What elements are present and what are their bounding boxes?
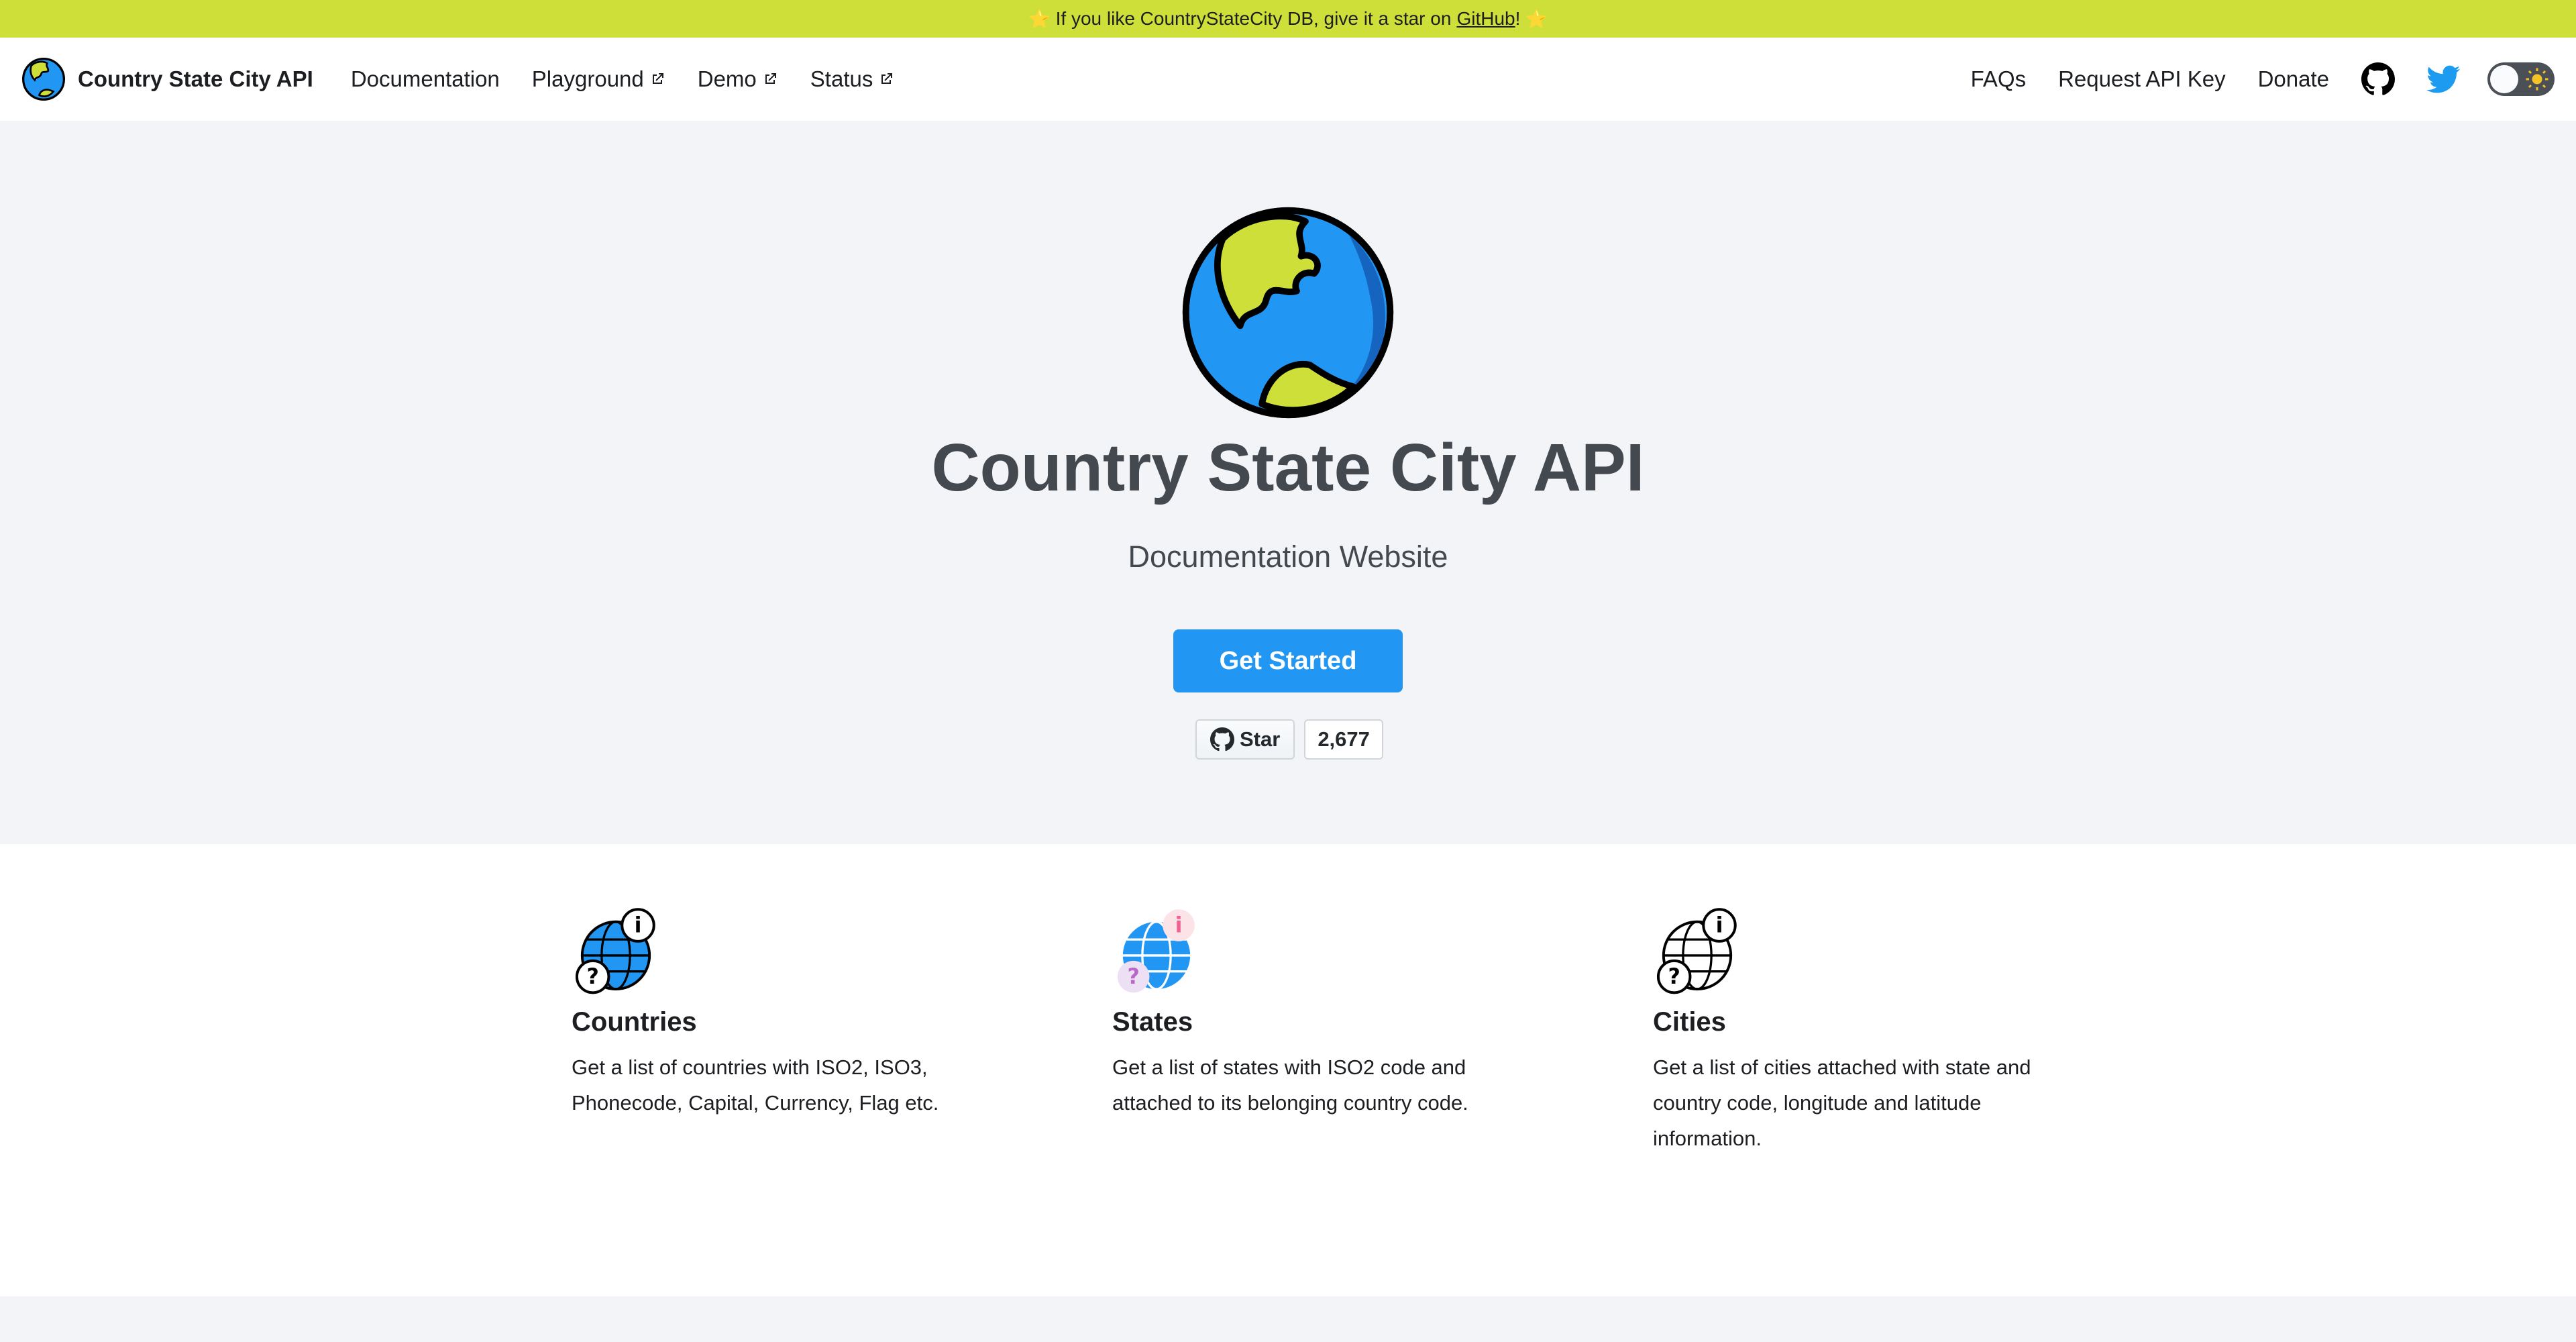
github-icon xyxy=(1210,727,1234,752)
states-globe-info-icon: i ? xyxy=(1117,909,1195,993)
feature-description: Get a list of states with ISO2 code and … xyxy=(1112,1055,1468,1115)
nav-playground[interactable]: Playground xyxy=(532,66,665,92)
svg-text:i: i xyxy=(1716,914,1723,938)
theme-toggle[interactable] xyxy=(2487,62,2555,96)
external-link-icon xyxy=(652,73,663,84)
announcement-suffix: ! xyxy=(1515,8,1521,29)
feature-countries: i ? Countries Get a list of countries wi… xyxy=(572,906,1001,1121)
nav-left: Documentation Playground Demo Status xyxy=(351,66,895,92)
nav-demo[interactable]: Demo xyxy=(698,66,778,92)
countries-globe-info-icon: i ? xyxy=(575,908,655,994)
nav-label: Status xyxy=(810,66,873,91)
toggle-knob xyxy=(2490,65,2518,93)
svg-text:i: i xyxy=(1175,914,1183,938)
star-label: Star xyxy=(1240,727,1281,751)
announcement-bar: ⭐ If you like CountryStateCity DB, give … xyxy=(0,0,2576,38)
github-star-widget: Star 2,677 xyxy=(1195,719,1383,760)
feature-description: Get a list of cities attached with state… xyxy=(1653,1055,2031,1150)
nav-label: Documentation xyxy=(350,66,500,91)
github-star-count[interactable]: 2,677 xyxy=(1304,719,1383,760)
svg-text:?: ? xyxy=(586,965,598,989)
nav-request-api-key[interactable]: Request API Key xyxy=(2058,66,2225,92)
get-started-button[interactable]: Get Started xyxy=(1173,629,1403,692)
github-star-button[interactable]: Star xyxy=(1195,719,1295,760)
nav-label: Demo xyxy=(697,66,757,91)
feature-title: Countries xyxy=(572,1007,697,1037)
globe-logo-icon xyxy=(21,57,66,101)
brand-title: Country State City API xyxy=(78,66,313,91)
footer-strip xyxy=(0,1296,2576,1342)
navbar: Country State City API Documentation Pla… xyxy=(0,38,2576,121)
cities-globe-info-icon: i ? xyxy=(1656,908,1737,994)
announcement-text: If you like CountryStateCity DB, give it… xyxy=(1055,8,1452,29)
feature-title: States xyxy=(1112,1007,1193,1037)
svg-text:i: i xyxy=(635,914,642,938)
feature-cities: i ? Cities Get a list of cities attached… xyxy=(1653,906,2082,1156)
hero-globe-icon xyxy=(1182,207,1394,419)
twitter-icon[interactable] xyxy=(2427,62,2461,96)
sun-icon xyxy=(2526,68,2548,91)
announcement-github-link[interactable]: GitHub xyxy=(1456,8,1515,30)
nav-right: FAQs Request API Key Donate xyxy=(1971,62,2555,96)
star-emoji-icon: ⭐ xyxy=(1525,8,1548,29)
star-emoji-icon: ⭐ xyxy=(1028,8,1051,29)
nav-donate[interactable]: Donate xyxy=(2258,66,2329,92)
feature-title: Cities xyxy=(1653,1007,1726,1037)
external-link-icon xyxy=(881,73,893,84)
feature-description: Get a list of countries with ISO2, ISO3,… xyxy=(572,1055,939,1115)
features-section: i ? Countries Get a list of countries wi… xyxy=(0,844,2576,1296)
brand-link[interactable]: Country State City API xyxy=(21,57,313,101)
nav-status[interactable]: Status xyxy=(810,66,895,92)
nav-label: Playground xyxy=(531,66,644,91)
nav-documentation[interactable]: Documentation xyxy=(351,66,500,92)
svg-text:?: ? xyxy=(1668,965,1680,989)
external-link-icon xyxy=(765,73,776,84)
github-icon[interactable] xyxy=(2361,62,2395,96)
nav-faqs[interactable]: FAQs xyxy=(1971,66,2027,92)
feature-states: i ? States Get a list of states with ISO… xyxy=(1112,906,1542,1121)
svg-text:?: ? xyxy=(1127,965,1139,989)
hero-subtitle: Documentation Website xyxy=(1128,539,1448,574)
hero-section: Country State City API Documentation Web… xyxy=(0,121,2576,844)
hero-title: Country State City API xyxy=(931,430,1645,505)
